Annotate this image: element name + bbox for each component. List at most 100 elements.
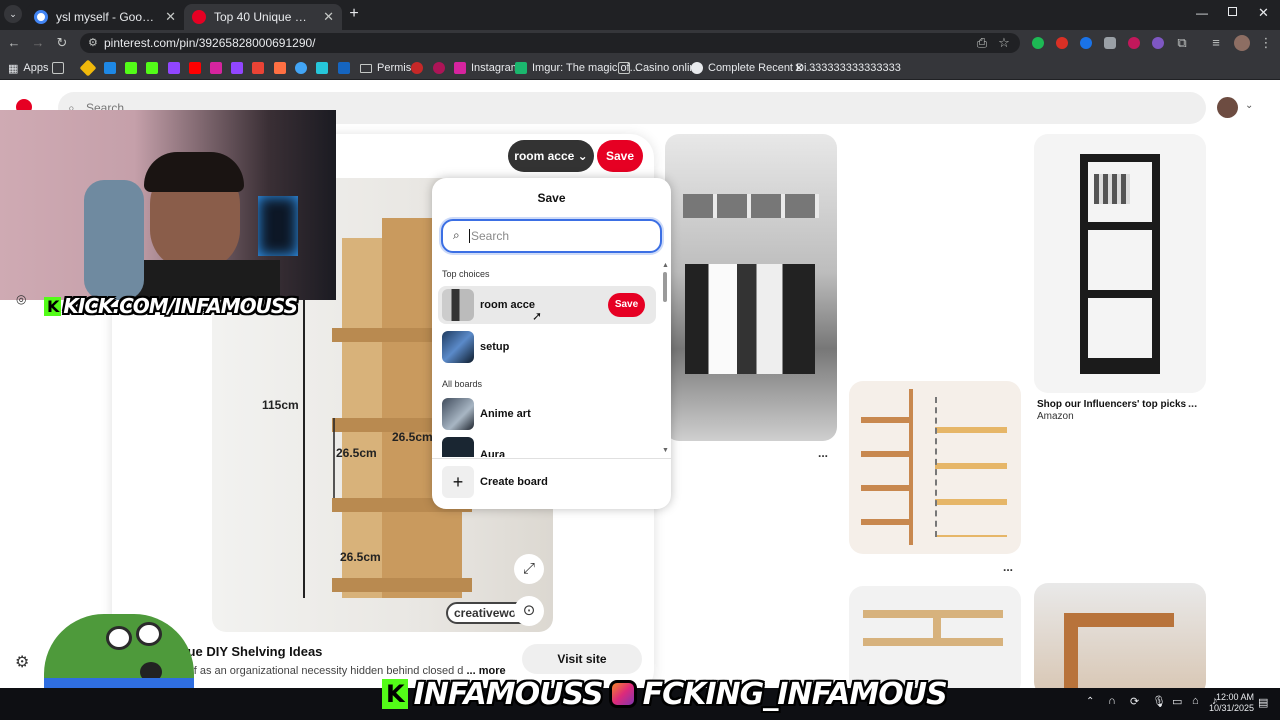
clock-date: 10/31/2025 bbox=[1208, 703, 1254, 713]
new-tab-button[interactable]: + bbox=[346, 6, 362, 22]
shelf-boxes bbox=[683, 194, 819, 218]
notification-icon[interactable]: ▤ bbox=[1258, 696, 1268, 709]
restore-icon[interactable] bbox=[1228, 7, 1237, 16]
kick-icon: K bbox=[44, 296, 62, 316]
board-search-input[interactable]: ⌕ Search bbox=[441, 219, 662, 253]
back-icon[interactable]: ← bbox=[4, 30, 24, 56]
window-close-icon[interactable]: ✕ bbox=[1258, 5, 1269, 21]
board-name: setup bbox=[480, 341, 510, 353]
youtube-icon[interactable] bbox=[189, 62, 201, 74]
expand-icon[interactable]: ⤢ bbox=[514, 554, 544, 584]
bookmark-icon[interactable] bbox=[338, 62, 350, 74]
board-save-button[interactable]: Save bbox=[608, 293, 645, 317]
close-icon[interactable]: ✕ bbox=[323, 9, 334, 25]
bookmark-x[interactable]: ✕ 333333333333333 bbox=[794, 60, 901, 76]
user-avatar[interactable] bbox=[1217, 97, 1238, 118]
search-icon: ⌕ bbox=[453, 228, 460, 242]
kick-icon[interactable] bbox=[125, 62, 137, 74]
board-row-anime-art[interactable]: Anime art bbox=[438, 395, 656, 433]
bookmark-icon[interactable] bbox=[411, 62, 423, 74]
tab-pinterest[interactable]: Top 40 Unique DIY Shelving Ide ✕ bbox=[184, 4, 342, 30]
bookmark-apps[interactable]: ▦ Apps bbox=[8, 60, 48, 76]
wood-shelf bbox=[1064, 613, 1174, 693]
tray-network-icon[interactable]: ⌂ bbox=[1192, 695, 1199, 707]
popup-scrollbar[interactable] bbox=[663, 272, 667, 302]
bookmark-instagram[interactable]: Instagram bbox=[454, 60, 520, 76]
bookmark-icon[interactable] bbox=[274, 62, 286, 74]
forward-icon[interactable]: → bbox=[28, 30, 48, 56]
bookmark-icon[interactable] bbox=[104, 62, 116, 74]
reload-icon[interactable]: ↻ bbox=[52, 30, 72, 56]
related-pin[interactable] bbox=[1034, 134, 1206, 393]
tab-search-dropdown[interactable]: ⌄ bbox=[4, 5, 22, 23]
twitch-icon[interactable] bbox=[231, 62, 243, 74]
more-options-icon[interactable]: ... bbox=[818, 446, 828, 460]
scroll-down-arrow[interactable]: ▼ bbox=[662, 447, 669, 454]
section-heading: Top choices bbox=[442, 269, 490, 279]
related-pin[interactable] bbox=[665, 134, 837, 441]
instagram-icon bbox=[454, 62, 466, 74]
extension-icon[interactable] bbox=[1080, 37, 1092, 49]
grid-icon[interactable] bbox=[52, 62, 64, 74]
pinterest-icon bbox=[192, 10, 206, 24]
chevron-down-icon[interactable]: ⌄ bbox=[1245, 100, 1253, 111]
instagram-handle: FCKING_INFAMOUS bbox=[642, 676, 948, 712]
puzzle-icon[interactable]: ⧉ bbox=[1172, 30, 1192, 56]
site-info-icon[interactable]: ⚙ bbox=[88, 33, 98, 53]
bookmark-casino[interactable]: Casino online bbox=[618, 60, 702, 76]
casino-icon bbox=[618, 62, 630, 74]
pin-caption[interactable]: Shop our Influencers' top picks o... bbox=[1037, 399, 1187, 410]
extension-icon[interactable] bbox=[1128, 37, 1140, 49]
extension-icon[interactable] bbox=[1032, 37, 1044, 49]
address-bar[interactable]: ⚙ pinterest.com/pin/392658280006912​90/ bbox=[80, 33, 1020, 53]
save-button[interactable]: Save bbox=[597, 140, 643, 172]
clock[interactable]: 12:00 AM 10/31/2025 bbox=[1204, 692, 1254, 714]
related-pin[interactable] bbox=[1034, 583, 1206, 696]
bookmark-icon[interactable] bbox=[433, 62, 445, 74]
bookmark-folder-permis[interactable]: Permis bbox=[360, 60, 411, 76]
profile-avatar[interactable] bbox=[1234, 35, 1250, 51]
x-icon: ✕ bbox=[794, 61, 805, 75]
streamer-hair bbox=[144, 152, 244, 192]
twitch-icon[interactable] bbox=[168, 62, 180, 74]
menu-icon[interactable]: ⋮ bbox=[1256, 30, 1276, 56]
extension-icon[interactable] bbox=[1152, 37, 1164, 49]
extension-icon[interactable] bbox=[1056, 37, 1068, 49]
visit-site-button[interactable]: Visit site bbox=[522, 644, 642, 674]
pin-source[interactable]: Amazon bbox=[1037, 411, 1074, 422]
tray-chevron-icon[interactable]: ⌃ bbox=[1086, 696, 1094, 707]
minimize-icon[interactable]: — bbox=[1196, 6, 1208, 20]
instagram-icon[interactable] bbox=[210, 62, 222, 74]
tray-mic-icon[interactable]: 🎙 bbox=[1152, 695, 1166, 708]
bookmark-label: Permis bbox=[377, 62, 412, 74]
tab-title: Top 40 Unique DIY Shelving Ide bbox=[214, 10, 315, 24]
board-name: Aura bbox=[480, 449, 506, 457]
tray-headset-icon[interactable]: ∩ bbox=[1108, 695, 1116, 707]
more-options-icon[interactable]: ... bbox=[1003, 560, 1013, 574]
scroll-up-arrow[interactable]: ▲ bbox=[662, 262, 669, 269]
gmail-icon[interactable] bbox=[252, 62, 264, 74]
tray-display-icon[interactable]: ▭ bbox=[1172, 695, 1182, 708]
install-icon[interactable]: ⎙ bbox=[972, 30, 992, 56]
tab-google-search[interactable]: ysl myself - Google Search ✕ bbox=[26, 4, 184, 30]
board-select-button[interactable]: room acce ⌄ bbox=[508, 140, 594, 172]
extension-icon[interactable] bbox=[1104, 37, 1116, 49]
board-row-aura[interactable]: Aura bbox=[438, 437, 656, 457]
settings-gear-icon[interactable]: ⚙ bbox=[15, 652, 29, 672]
board-row-setup[interactable]: setup bbox=[438, 328, 656, 366]
bookmark-icon[interactable] bbox=[316, 62, 328, 74]
close-icon[interactable]: ✕ bbox=[165, 9, 176, 25]
lens-search-icon[interactable]: ⊙ bbox=[514, 596, 544, 626]
star-icon[interactable]: ☆ bbox=[994, 30, 1014, 56]
more-options-icon[interactable]: ... bbox=[1188, 398, 1197, 410]
plus-icon: + bbox=[442, 466, 474, 498]
bookmark-icon[interactable] bbox=[295, 62, 307, 74]
create-board-button[interactable]: + Create board bbox=[438, 463, 656, 501]
social-banner-overlay: K INFAMOUSS FCKING_INFAMOUS bbox=[382, 674, 948, 714]
related-pin[interactable] bbox=[849, 381, 1021, 554]
tray-app-icon[interactable]: ⟳ bbox=[1130, 695, 1139, 708]
board-name: Anime art bbox=[480, 408, 531, 420]
reading-list-icon[interactable]: ≡ bbox=[1206, 30, 1226, 56]
board-select-label: room acce bbox=[514, 149, 575, 163]
kick-icon[interactable] bbox=[146, 62, 158, 74]
